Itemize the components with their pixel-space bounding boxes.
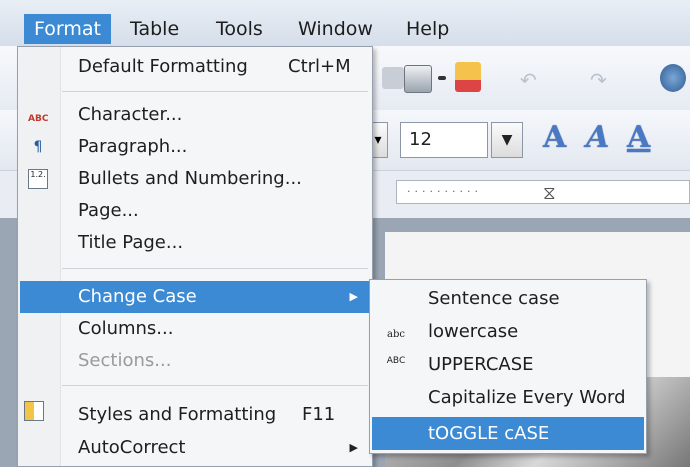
menu-bar: Format Table Tools Window Help (0, 0, 690, 47)
menu-item-paragraph[interactable]: ¶ Paragraph... (20, 131, 370, 163)
menu-item-label: Bullets and Numbering... (78, 168, 302, 189)
clone-formatting-icon[interactable] (455, 62, 481, 92)
paste-icon[interactable] (404, 65, 432, 93)
menu-item-styles-formatting[interactable]: Styles and Formatting F11 (20, 399, 370, 431)
submenu-arrow-icon: ▶ (349, 441, 358, 454)
redo-icon[interactable]: ↷ (590, 68, 612, 92)
underline-icon[interactable]: A (627, 120, 650, 155)
menu-item-label: UPPERCASE (428, 354, 534, 375)
menu-item-label: Styles and Formatting (78, 404, 277, 425)
menu-item-shortcut: F11 (302, 404, 336, 425)
menu-item-lowercase[interactable]: abc lowercase (372, 315, 644, 348)
ruler-ticks: ·········· (407, 185, 482, 198)
menu-item-label: lowercase (428, 321, 519, 342)
menu-separator (62, 385, 368, 386)
navigator-icon[interactable] (660, 64, 686, 92)
horizontal-ruler[interactable]: ·········· ⧖ (396, 180, 690, 204)
bold-icon[interactable]: A (543, 120, 566, 155)
menu-item-label: Page... (78, 200, 139, 221)
menu-item-label: Character... (78, 104, 183, 125)
menu-item-label: AutoCorrect (78, 437, 186, 458)
menu-item-label: Paragraph... (78, 136, 188, 157)
save-icon[interactable] (382, 67, 404, 89)
uppercase-icon: ABC (386, 356, 406, 366)
submenu-arrow-icon: ▶ (349, 290, 358, 303)
menu-item-label: Sections... (78, 350, 172, 371)
menu-item-toggle-case[interactable]: tOGGLE cASE (372, 417, 644, 450)
menu-item-label: Columns... (78, 318, 174, 339)
menu-item-label: Default Formatting (78, 56, 248, 77)
menu-item-shortcut: Ctrl+M (288, 56, 351, 77)
menu-item-sentence-case[interactable]: Sentence case (372, 282, 644, 315)
menu-item-label: Capitalize Every Word (428, 387, 626, 408)
font-size-input[interactable]: 12 (400, 122, 488, 158)
character-icon: ABC (28, 114, 49, 124)
styles-formatting-icon (24, 401, 44, 421)
menu-item-change-case[interactable]: Change Case ▶ (20, 281, 370, 313)
undo-icon[interactable]: ↶ (520, 68, 542, 92)
paragraph-icon: ¶ (33, 139, 43, 155)
menu-format[interactable]: Format (24, 14, 111, 44)
menu-item-default-formatting[interactable]: Default Formatting Ctrl+M (20, 51, 370, 83)
change-case-submenu: Sentence case abc lowercase ABC UPPERCAS… (369, 279, 647, 454)
indent-marker-icon[interactable]: ⧖ (543, 183, 556, 204)
menu-item-title-page[interactable]: Title Page... (20, 227, 370, 259)
menu-item-label: tOGGLE cASE (428, 423, 550, 444)
menu-window[interactable]: Window (288, 14, 383, 44)
paste-dropdown-icon[interactable] (438, 76, 446, 80)
bullets-numbering-icon: 1.2. (28, 169, 48, 189)
format-menu: Default Formatting Ctrl+M ABC Character.… (17, 46, 373, 467)
menu-item-sections: Sections... (20, 345, 370, 377)
font-size-dropdown[interactable]: ▼ (491, 122, 523, 158)
menu-separator (62, 268, 368, 269)
menu-item-autocorrect[interactable]: AutoCorrect ▶ (20, 432, 370, 464)
menu-tools[interactable]: Tools (206, 14, 273, 44)
italic-icon[interactable]: A (586, 120, 609, 155)
menu-separator (62, 91, 368, 92)
menu-help[interactable]: Help (396, 14, 459, 44)
menu-item-character[interactable]: ABC Character... (20, 99, 370, 131)
menu-item-page[interactable]: Page... (20, 195, 370, 227)
menu-item-capitalize-every-word[interactable]: Capitalize Every Word (372, 381, 644, 414)
menu-item-bullets-numbering[interactable]: 1.2. Bullets and Numbering... (20, 163, 370, 195)
menu-item-uppercase[interactable]: ABC UPPERCASE (372, 348, 644, 381)
menu-table[interactable]: Table (120, 14, 189, 44)
menu-item-label: Title Page... (78, 232, 184, 253)
menu-item-columns[interactable]: Columns... (20, 313, 370, 345)
lowercase-icon: abc (387, 329, 405, 340)
menu-item-label: Change Case (78, 286, 197, 307)
menu-item-label: Sentence case (428, 288, 560, 309)
